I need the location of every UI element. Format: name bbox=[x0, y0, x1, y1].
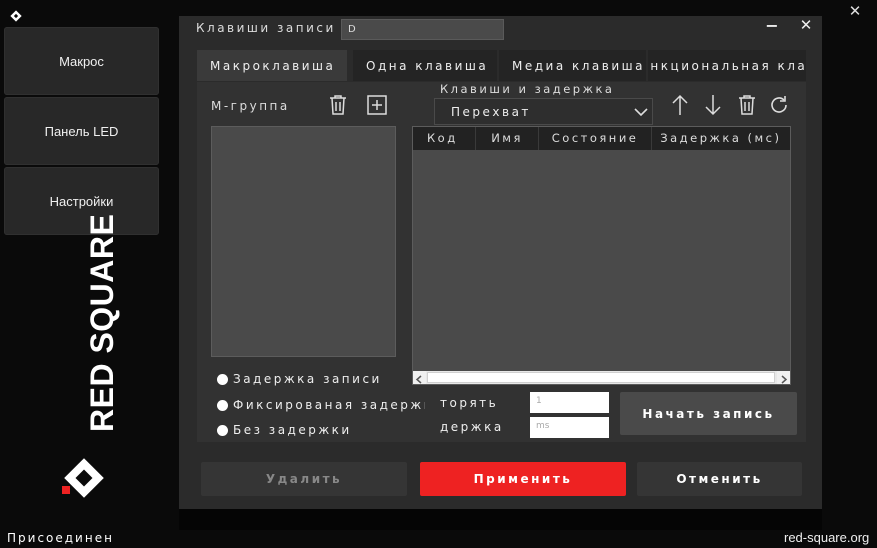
repeat-input[interactable]: 1 bbox=[530, 392, 609, 413]
tab-label: Макроклавиша bbox=[210, 58, 336, 73]
brand-logo-text: RED SQUARE bbox=[84, 213, 120, 432]
delete-button[interactable]: Удалить bbox=[201, 462, 407, 496]
brand-diamond-icon bbox=[62, 458, 104, 498]
radio-no-delay[interactable]: Без задержки bbox=[217, 423, 352, 437]
dialog-minimize-button[interactable]: − bbox=[758, 16, 786, 38]
record-keys-input[interactable]: D bbox=[341, 19, 504, 40]
dialog-close-button[interactable]: ✕ bbox=[792, 16, 820, 38]
apply-button[interactable]: Применить bbox=[420, 462, 626, 496]
sidebar-item-led-panel[interactable]: Панель LED bbox=[4, 97, 159, 165]
connection-status: Присоединен bbox=[7, 531, 114, 545]
events-table[interactable] bbox=[412, 126, 791, 385]
sidebar-item-label: Настройки bbox=[49, 193, 114, 209]
scroll-right-arrow-icon[interactable] bbox=[777, 371, 790, 384]
column-header-state[interactable]: Состояние bbox=[539, 127, 652, 150]
trash-icon[interactable] bbox=[326, 93, 350, 117]
mgroup-label: М-группа bbox=[211, 99, 290, 113]
tab-media-key[interactable]: Медиа клавиша bbox=[499, 50, 646, 81]
sidebar-item-label: Панель LED bbox=[44, 123, 119, 139]
hold-label: держка bbox=[440, 420, 504, 434]
tab-macro-key[interactable]: Макроклавиша bbox=[197, 50, 347, 81]
website-link[interactable]: red-square.org bbox=[784, 530, 869, 545]
window-close-button[interactable]: ✕ bbox=[845, 2, 865, 20]
arrow-down-icon[interactable] bbox=[701, 93, 725, 117]
hold-input[interactable]: ms bbox=[530, 417, 609, 438]
capture-select-value: Перехват bbox=[451, 104, 531, 119]
table-header: Код Имя Состояние Задержка (мс) bbox=[413, 127, 790, 150]
radio-indicator[interactable] bbox=[217, 399, 228, 411]
radio-label: Задержка записи bbox=[233, 372, 382, 386]
radio-indicator[interactable] bbox=[217, 373, 228, 385]
record-keys-label: Клавиши записи bbox=[196, 21, 336, 35]
radio-indicator[interactable] bbox=[217, 424, 228, 436]
start-record-button[interactable]: Начать запись bbox=[620, 392, 797, 435]
sidebar-item-settings[interactable]: Настройки bbox=[4, 167, 159, 235]
capture-select[interactable]: Перехват bbox=[434, 98, 653, 125]
radio-fixed-delay[interactable]: Фиксированая задержка bbox=[217, 398, 425, 412]
tab-function-key[interactable]: Функциональная клав bbox=[648, 50, 806, 81]
tab-label: Функциональная клав bbox=[648, 58, 806, 73]
column-header-code[interactable]: Код bbox=[413, 127, 476, 150]
refresh-icon[interactable] bbox=[767, 93, 791, 117]
app-logo-icon bbox=[9, 8, 23, 22]
brand-logo: RED SQUARE bbox=[18, 214, 148, 510]
tab-label: Одна клавиша bbox=[366, 58, 489, 73]
sidebar-item-label: Макрос bbox=[59, 53, 104, 69]
sidebar-item-macro[interactable]: Макрос bbox=[4, 27, 159, 95]
radio-label: Фиксированая задержка bbox=[233, 398, 425, 412]
dialog-bottom-bar bbox=[179, 509, 822, 530]
scroll-left-arrow-icon[interactable] bbox=[413, 371, 426, 384]
repeat-label: торять bbox=[440, 396, 499, 410]
radio-record-delay[interactable]: Задержка записи bbox=[217, 372, 382, 386]
add-group-icon[interactable] bbox=[365, 93, 389, 117]
tab-label: Медиа клавиша bbox=[512, 58, 645, 73]
scrollbar-thumb[interactable] bbox=[427, 372, 775, 383]
keys-delay-label: Клавиши и задержка bbox=[440, 82, 615, 96]
chevron-down-icon bbox=[634, 108, 648, 117]
tab-single-key[interactable]: Одна клавиша bbox=[353, 50, 497, 81]
radio-label: Без задержки bbox=[233, 423, 352, 437]
mgroup-list[interactable] bbox=[211, 126, 396, 357]
cancel-button[interactable]: Отменить bbox=[637, 462, 802, 496]
horizontal-scrollbar[interactable] bbox=[413, 371, 790, 384]
column-header-name[interactable]: Имя bbox=[476, 127, 540, 150]
trash-icon[interactable] bbox=[735, 93, 759, 117]
column-header-delay[interactable]: Задержка (мс) bbox=[652, 127, 790, 150]
arrow-up-icon[interactable] bbox=[668, 93, 692, 117]
